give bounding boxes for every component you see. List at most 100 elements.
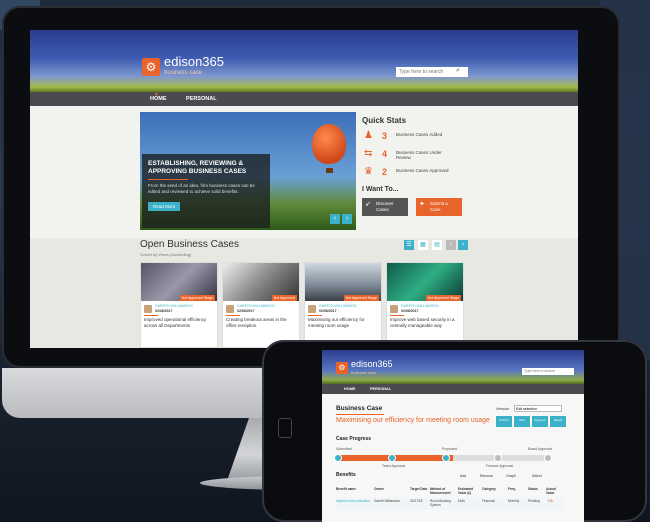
stat-label: Business Cases Approved [396,168,449,173]
mobile-nav [322,384,584,394]
card-author[interactable]: GARETH WILLIAMSON [319,304,357,308]
search-input[interactable]: Type here to search [522,368,574,375]
column-header[interactable]: Status [528,487,538,491]
search-icon[interactable]: ⌕ [456,67,460,75]
column-header[interactable]: Estimated Value (£) [458,487,478,495]
trophy-icon: ♛ [364,166,373,177]
card-author[interactable]: GARETH WILLIAMSON [237,304,275,308]
business-case-card[interactable]: Not Approved Stage GARETH WILLIAMSON 02/… [386,262,464,348]
progress-stage-label: Board Approval [528,447,552,451]
quick-stats-title: Quick Stats [362,116,407,125]
card-date: 02/08/2017 [237,309,255,313]
submit-case-button[interactable]: ✦ Submit a Case [416,198,462,216]
business-case-card[interactable]: Not Approved Stage GARETH WILLIAMSON 02/… [140,262,218,348]
case-progress-title: Case Progress [336,436,372,442]
hero-divider [148,179,188,180]
graph-button[interactable]: Graph [506,474,516,478]
mobile-screen: ⚙ edison365 business case Type here to s… [322,350,584,522]
approve-action-button[interactable]: Approve [532,416,548,427]
card-divider [226,315,240,316]
discover-cases-button[interactable]: ➶ Discover Cases [362,198,408,216]
progress-stage-dot[interactable] [442,454,450,462]
table-cell: Gareth Williamson [374,499,401,503]
column-header[interactable]: Actual Value [546,487,564,495]
rocket-icon: ➶ [365,201,371,208]
table-row[interactable]: Improve room utilisation Gareth Williams… [336,499,564,509]
table-cell: Room Booking System [430,499,451,507]
submit-case-label: Submit a Case [430,201,448,212]
hero-title: ESTABLISHING, REVIEWING & APPROVING BUSI… [148,160,247,175]
edison-logo-icon[interactable]: ⚙ [336,362,348,374]
section-underline [336,414,384,415]
bulb-icon: ✦ [419,201,425,208]
nav-item-personal[interactable]: PERSONAL [186,96,217,102]
card-divider [390,315,404,316]
grid-view-icon[interactable]: ▦ [418,240,428,250]
table-cell[interactable]: Improve room utilisation [336,499,370,503]
progress-stage-dot[interactable] [388,454,396,462]
hot-air-balloon-image [312,124,346,164]
card-title[interactable]: Improve web based security in a centrall… [390,317,462,328]
version-label: Version [496,406,510,411]
card-title[interactable]: Maximising our efficiency for meeting ro… [308,317,380,328]
open-cases-title: Open Business Cases [140,239,239,250]
card-title[interactable]: Improved operational efficiency across a… [144,317,216,328]
benefits-table-header: Benefit name Owner Target Date Method of… [336,487,564,495]
brand-tagline: business case [351,370,377,375]
status-badge: Not Approved Stage [343,295,379,301]
hero-description: From the seed of an idea, firm business … [148,183,255,194]
table-cell: £44k [458,499,465,503]
business-case-card[interactable]: Not Approved Stage GARETH WILLIAMSON 02/… [304,262,382,348]
brand-name[interactable]: edison365 [351,359,393,369]
business-case-card[interactable]: Not Approved GARETH WILLIAMSON 02/08/201… [222,262,300,348]
site-header-banner [30,30,578,92]
reject-action-button[interactable]: Reject [550,416,566,427]
progress-stage-dot[interactable] [334,454,342,462]
select-button[interactable]: Select [532,474,542,478]
card-date: 02/08/2017 [155,309,173,313]
brand-tagline: business case [164,70,203,76]
stat-label: Business Cases Under Review [396,150,442,160]
prev-page-icon[interactable]: ‹ [446,240,456,250]
edit-action-button[interactable]: Edit [514,416,530,427]
card-date: 02/08/2017 [319,309,337,313]
i-want-to-title: I Want To... [362,186,399,193]
column-header[interactable]: Target Date [410,487,427,491]
read-more-button[interactable]: Read More [148,202,181,211]
nav-item-personal[interactable]: PERSONAL [370,387,391,391]
card-author[interactable]: GARETH WILLIAMSON [155,304,193,308]
column-header[interactable]: Owner [374,487,384,491]
next-page-icon[interactable]: › [458,240,468,250]
column-header[interactable]: Method of Measurement [430,487,451,495]
table-cell: Monthly [508,499,520,503]
progress-stage-dot[interactable] [544,454,552,462]
carousel-prev-icon[interactable]: ‹ [330,214,340,224]
table-cell: 31/07/18 [410,499,423,503]
add-benefit-button[interactable]: Add [460,474,466,478]
carousel-next-icon[interactable]: › [342,214,352,224]
progress-stage-dot[interactable] [494,454,502,462]
card-author[interactable]: GARETH WILLIAMSON [401,304,439,308]
column-header[interactable]: Freq. [508,487,516,491]
edison-logo-icon[interactable]: ⚙ [142,58,160,76]
progress-stage-label: Submitted [336,447,352,451]
card-divider [308,315,322,316]
nav-active-caret-icon: ▼ [154,92,159,98]
progress-stage-label: Team Approval [382,464,406,468]
list-view-icon[interactable]: ☰ [404,240,414,250]
avatar [308,305,316,313]
column-header[interactable]: Benefit name [336,487,356,491]
column-header[interactable]: Category [482,487,496,491]
version-select[interactable]: Edit selection [514,405,562,412]
submit-action-button[interactable]: Submit [496,416,512,427]
tile-view-icon[interactable]: ▤ [432,240,442,250]
remove-benefit-button[interactable]: Remove [480,474,493,478]
people-icon: ♟ [364,130,373,141]
status-badge: Not Approved Stage [425,295,461,301]
brand-name[interactable]: edison365 [164,54,224,69]
card-title[interactable]: Creating breakout areas in the office re… [226,317,298,328]
stat-value: 4 [382,149,388,159]
nav-item-home[interactable]: HOME [344,387,355,391]
card-date: 02/08/2017 [401,309,419,313]
hero-carousel[interactable]: ESTABLISHING, REVIEWING & APPROVING BUSI… [140,112,356,230]
